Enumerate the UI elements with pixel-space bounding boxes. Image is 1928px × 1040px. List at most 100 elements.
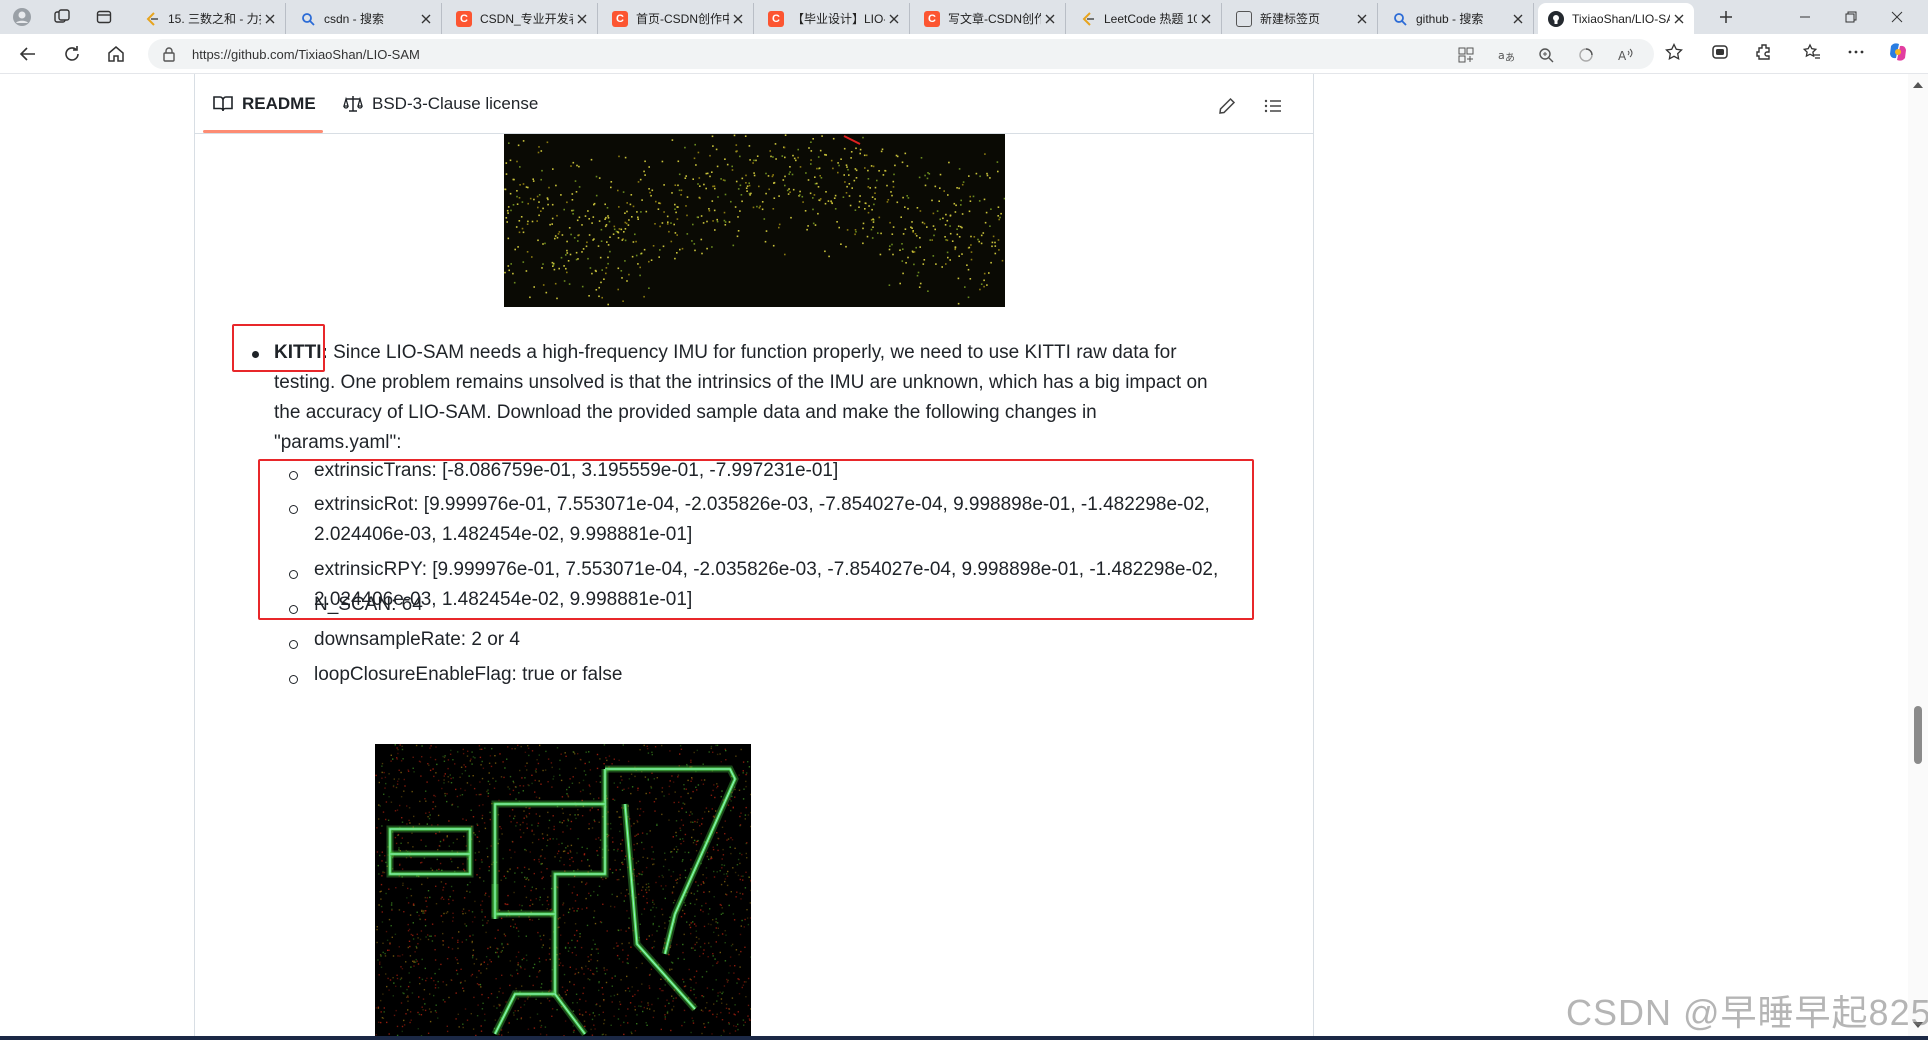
close-tab-icon[interactable] [1353, 11, 1371, 27]
close-tab-icon[interactable] [885, 11, 903, 27]
param-line: loopClosureEnableFlag: true or false [314, 664, 623, 685]
restore-button[interactable] [1828, 0, 1874, 34]
profile-icon[interactable] [10, 5, 34, 29]
tab-title: CSDN_专业开发者 [480, 12, 573, 26]
kitti-paragraph: KITTI: Since LIO-SAM needs a high-freque… [274, 338, 1274, 458]
close-tab-icon[interactable] [573, 11, 591, 27]
zoom-icon[interactable] [1536, 45, 1556, 65]
kitti-map-image [375, 744, 751, 1036]
copilot-icon[interactable] [1886, 40, 1910, 64]
tab-title: 写文章-CSDN创作 [948, 12, 1041, 26]
tab-title: 首页-CSDN创作中 [636, 12, 729, 26]
tab-title: 15. 三数之和 - 力扣 [168, 12, 261, 26]
favorite-star-icon[interactable] [1662, 40, 1686, 64]
close-tab-icon[interactable] [1670, 11, 1688, 27]
refresh-button[interactable] [58, 40, 86, 68]
csdn-icon: C [612, 10, 628, 27]
param-bullet [289, 675, 298, 684]
param-item: loopClosureEnableFlag: true or false [314, 660, 1274, 690]
address-bar[interactable]: https://github.com/TixiaoShan/LIO-SAM aあ… [148, 39, 1654, 69]
tab-title: 【毕业设计】LIO- [792, 12, 885, 26]
svg-text:あ: あ [1505, 52, 1514, 63]
kitti-line-4: "params.yaml": [274, 432, 402, 453]
param-item: downsampleRate: 2 or 4 [314, 625, 1274, 655]
readme-panel: README BSD-3-Clause license KITTI: Since… [194, 74, 1314, 1036]
csdn-icon: C [456, 10, 472, 27]
book-icon [213, 96, 233, 112]
tab-title: csdn - 搜索 [324, 12, 385, 26]
close-window-button[interactable] [1874, 0, 1920, 34]
minimize-button[interactable] [1782, 0, 1828, 34]
browser-tab[interactable]: C 首页-CSDN创作中 [602, 3, 754, 34]
read-aloud-icon[interactable]: A [1616, 45, 1636, 65]
tab-license[interactable]: BSD-3-Clause license [343, 94, 538, 114]
kitti-line-1: KITTI: Since LIO-SAM needs a high-freque… [274, 342, 1177, 363]
extensions-icon[interactable] [1752, 40, 1776, 64]
page-viewport: README BSD-3-Clause license KITTI: Since… [0, 74, 1908, 1036]
readme-tabs-bar: README BSD-3-Clause license [195, 74, 1313, 134]
close-tab-icon[interactable] [1197, 11, 1215, 27]
newtab-icon [1236, 10, 1252, 27]
sync-icon[interactable] [1576, 45, 1596, 65]
lock-icon[interactable] [162, 46, 176, 67]
browser-tab[interactable]: LeetCode 热题 10 [1070, 3, 1222, 34]
csdn-icon: C [768, 10, 784, 27]
app-available-icon[interactable] [1456, 45, 1476, 65]
home-button[interactable] [102, 40, 130, 68]
browser-toolbar: https://github.com/TixiaoShan/LIO-SAM aあ… [0, 34, 1928, 74]
browser-tab[interactable]: 新建标签页 [1226, 3, 1378, 34]
kitti-line-2: testing. One problem remains unsolved is… [274, 372, 1208, 393]
close-tab-icon[interactable] [417, 11, 435, 27]
close-tab-icon[interactable] [729, 11, 747, 27]
law-scale-icon [343, 96, 363, 112]
leetcode-icon [1080, 11, 1096, 27]
list-unordered-icon [1264, 99, 1281, 113]
tab-title: LeetCode 热题 10 [1104, 12, 1197, 26]
browser-tab[interactable]: C 【毕业设计】LIO- [758, 3, 910, 34]
leetcode-icon [144, 11, 160, 27]
pencil-icon [1219, 97, 1236, 114]
url-text[interactable]: https://github.com/TixiaoShan/LIO-SAM [192, 47, 420, 62]
scroll-thumb[interactable] [1914, 706, 1922, 764]
annotation-box-extrinsics [258, 459, 1254, 620]
tab-title: TixiaoShan/LIO-SA [1572, 11, 1670, 26]
more-menu-icon[interactable] [1844, 40, 1868, 64]
github-icon [1548, 10, 1564, 27]
edit-file-button[interactable] [1213, 92, 1241, 120]
close-tab-icon[interactable] [1041, 11, 1059, 27]
outline-button[interactable] [1259, 92, 1287, 120]
search-icon [300, 11, 316, 27]
page-scrollbar[interactable] [1908, 74, 1928, 1036]
tab-readme-label: README [242, 94, 316, 113]
browser-tab[interactable]: csdn - 搜索 [290, 3, 442, 34]
favorites-icon[interactable] [1800, 40, 1824, 64]
split-screen-icon[interactable] [1708, 40, 1732, 64]
scroll-up-arrow[interactable] [1913, 82, 1923, 88]
csdn-icon: C [924, 10, 940, 27]
tab-readme[interactable]: README [213, 94, 316, 114]
active-tab-underline [203, 130, 323, 133]
search-icon [1392, 11, 1408, 27]
tab-title: github - 搜索 [1416, 12, 1484, 26]
workspaces-icon[interactable] [50, 5, 74, 29]
browser-tab[interactable]: TixiaoShan/LIO-SA [1538, 3, 1694, 34]
tab-actions-icon[interactable] [92, 5, 116, 29]
tab-strip: 15. 三数之和 - 力扣 csdn - 搜索 C CSDN_专业开发者 C 首页-CSD… [0, 0, 1928, 34]
browser-tab[interactable]: C CSDN_专业开发者 [446, 3, 598, 34]
param-bullet [289, 640, 298, 649]
close-tab-icon[interactable] [261, 11, 279, 27]
tab-title: 新建标签页 [1260, 12, 1321, 26]
browser-tab[interactable]: github - 搜索 [1382, 3, 1534, 34]
browser-tab[interactable]: C 写文章-CSDN创作 [914, 3, 1066, 34]
new-tab-button[interactable] [1714, 5, 1738, 29]
svg-text:a: a [1498, 49, 1505, 62]
annotation-box-kitti [232, 324, 325, 372]
kitti-line-3: the accuracy of LIO-SAM. Download the pr… [274, 402, 1097, 423]
pointcloud-image-top [504, 134, 1005, 307]
taskbar-edge [0, 1036, 1928, 1040]
back-button[interactable] [14, 40, 42, 68]
tab-license-label: BSD-3-Clause license [372, 94, 539, 113]
translate-icon[interactable]: aあ [1496, 45, 1516, 65]
close-tab-icon[interactable] [1509, 11, 1527, 27]
browser-tab[interactable]: 15. 三数之和 - 力扣 [134, 3, 286, 34]
